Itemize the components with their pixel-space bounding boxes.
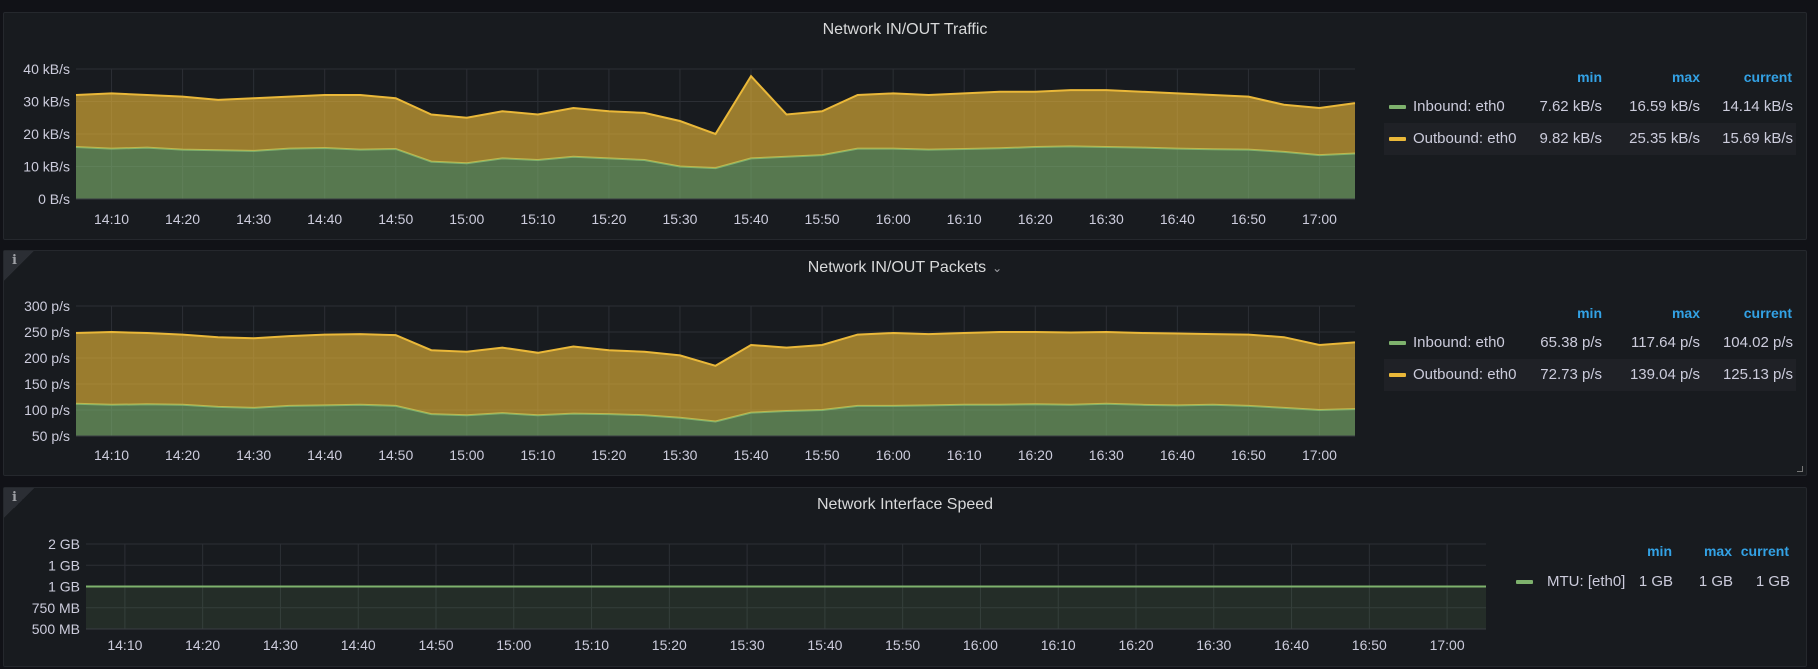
legend-row-mtu[interactable]: MTU: [eth0] 1 GB 1 GB 1 GB [1511,566,1801,598]
series-color-swatch[interactable] [1389,105,1406,109]
legend-header-max[interactable]: max [1622,305,1700,321]
legend-header-current[interactable]: current [1694,305,1792,321]
series-min: 7.62 kB/s [1539,98,1602,115]
legend-header-min[interactable]: min [1524,69,1602,85]
legend-row-inbound[interactable]: Inbound: eth0 7.62 kB/s 16.59 kB/s 14.14… [1384,91,1796,123]
legend: min max current Inbound: eth0 65.38 p/s … [4,251,1808,477]
legend-header-max[interactable]: max [1622,69,1700,85]
legend-header-min[interactable]: min [1614,543,1672,559]
legend-header-min[interactable]: min [1524,305,1602,321]
series-min: 72.73 p/s [1540,366,1602,383]
series-current: 15.69 kB/s [1722,130,1793,147]
legend: min max current MTU: [eth0] 1 GB 1 GB 1 … [4,488,1808,668]
panel-network-traffic: Network IN/OUT Traffic 0 B/s 10 kB/s 20 kB… [3,12,1807,240]
series-current: 125.13 p/s [1722,366,1793,383]
series-color-swatch[interactable] [1389,373,1406,377]
legend-header-current[interactable]: current [1694,69,1792,85]
series-name[interactable]: Inbound: eth0 [1413,91,1505,123]
legend-row-outbound[interactable]: Outbound: eth0 9.82 kB/s 25.35 kB/s 15.6… [1384,123,1796,155]
legend: min max current Inbound: eth0 7.62 kB/s … [4,13,1808,241]
legend-row-outbound[interactable]: Outbound: eth0 72.73 p/s 139.04 p/s 125.… [1384,359,1796,391]
panel-network-packets: i Network IN/OUT Packets ⌄ 50 p/s 100 p/s 1… [3,250,1807,476]
series-current: 1 GB [1755,573,1790,590]
series-min: 9.82 kB/s [1539,130,1602,147]
series-current: 104.02 p/s [1722,334,1793,351]
series-min: 65.38 p/s [1540,334,1602,351]
legend-header-current[interactable]: current [1709,543,1789,559]
series-color-swatch[interactable] [1516,580,1533,584]
panel-resize-handle[interactable] [1797,466,1803,472]
series-current: 14.14 kB/s [1722,98,1793,115]
series-color-swatch[interactable] [1389,341,1406,345]
panel-interface-speed: i Network Interface Speed 500 MB 750 MB 1 … [3,487,1807,667]
legend-row-inbound[interactable]: Inbound: eth0 65.38 p/s 117.64 p/s 104.0… [1384,327,1796,359]
series-color-swatch[interactable] [1389,137,1406,141]
series-name[interactable]: Inbound: eth0 [1413,327,1505,359]
